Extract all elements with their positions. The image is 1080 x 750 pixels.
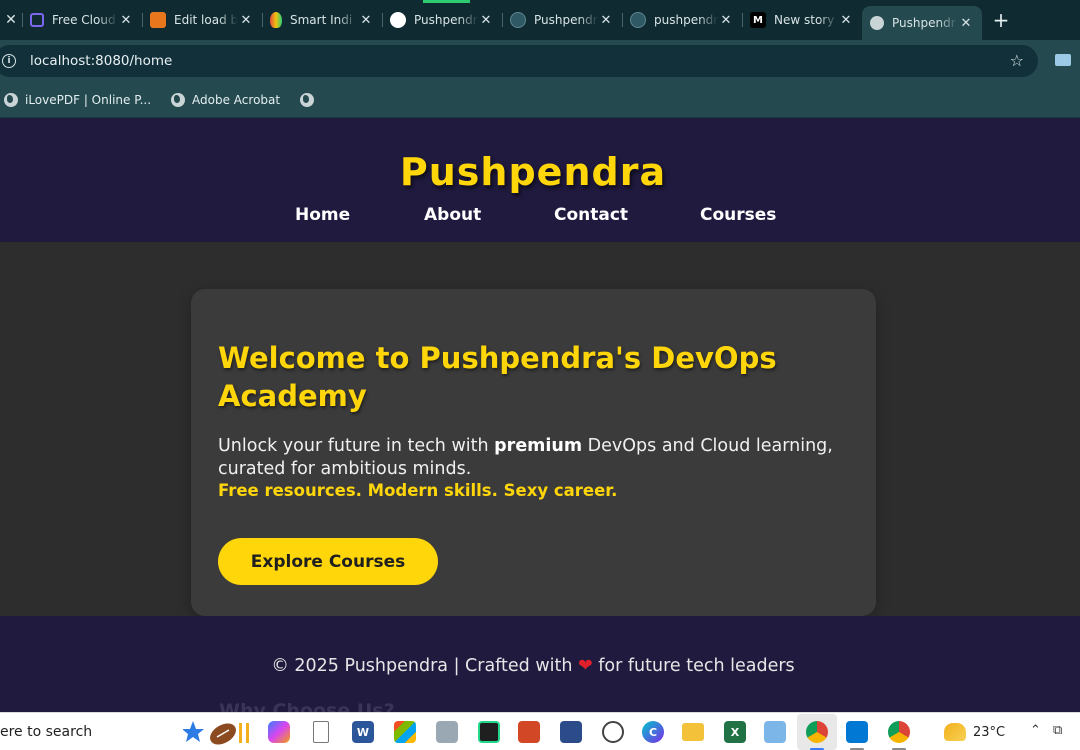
pdf-icon[interactable] (518, 721, 540, 743)
app-icon[interactable] (436, 721, 458, 743)
address-bar[interactable]: i localhost:8080/home ☆ (0, 45, 1038, 77)
tab-title: pushpendr (654, 13, 718, 27)
hero-lead-emphasis: premium (494, 436, 583, 456)
globe-icon (171, 92, 186, 107)
explore-courses-button[interactable]: Explore Courses (218, 538, 438, 585)
tab-close-icon[interactable]: ✕ (838, 13, 854, 28)
nav-link-home[interactable]: Home (295, 205, 350, 225)
browser-tab[interactable]: M New story ✕ (742, 4, 862, 36)
bookmark-item[interactable]: iLovePDF | Online P... (4, 92, 152, 107)
folder-icon[interactable] (682, 723, 704, 741)
tab-close-icon[interactable]: ✕ (358, 13, 374, 28)
nav-link-contact[interactable]: Contact (554, 205, 628, 225)
tab-close-icon[interactable]: ✕ (598, 13, 614, 28)
tab-close-icon[interactable]: ✕ (478, 13, 494, 28)
new-tab-button[interactable]: + (986, 5, 1016, 35)
tab-title: Edit load b (174, 13, 238, 27)
github-icon (390, 12, 406, 28)
balloon-icon (270, 12, 282, 28)
search-highlight-icon (183, 721, 249, 745)
chatgpt-icon[interactable] (602, 721, 624, 743)
word-icon[interactable]: W (352, 721, 374, 743)
ide-icon[interactable] (478, 721, 500, 743)
hero-card: Welcome to Pushpendra's DevOps Academy U… (191, 289, 876, 616)
weather-temp: 23°C (973, 724, 1006, 740)
vscode-icon[interactable] (846, 721, 868, 743)
weather-sun-icon (944, 723, 966, 741)
notes-icon[interactable] (764, 721, 786, 743)
tab-title: Free Cloud (52, 13, 116, 27)
windows-taskbar: ere to search W C X 23°C ⌃ ⧉ (0, 712, 1080, 750)
browser-tab[interactable]: Pushpendr ✕ (382, 4, 502, 36)
tab-strip: ✕ Free Cloud ✕ Edit load b ✕ Smart Indi … (0, 0, 1080, 40)
file-icon[interactable] (313, 721, 329, 743)
nav-link-courses[interactable]: Courses (700, 205, 776, 225)
nav-link-about[interactable]: About (424, 205, 481, 225)
tab-title: Pushpendr (892, 16, 956, 30)
heart-icon: ❤ (578, 656, 593, 676)
canva-icon[interactable]: C (642, 721, 664, 743)
medium-icon: M (750, 12, 766, 28)
excel-icon[interactable]: X (724, 721, 746, 743)
tab-close-icon[interactable]: ✕ (718, 13, 734, 28)
browser-tab[interactable]: Free Cloud ✕ (22, 4, 142, 36)
browser-tab[interactable]: Edit load b ✕ (142, 4, 262, 36)
globe-icon (4, 92, 18, 107)
site-brand[interactable]: Pushpendra (0, 150, 1066, 194)
browser-tab[interactable]: Pushpendr ✕ (502, 4, 622, 36)
tab-title: Smart Indi (290, 13, 353, 27)
hero-section: Welcome to Pushpendra's DevOps Academy U… (0, 242, 1080, 616)
footer-tail: for future tech leaders (592, 656, 795, 676)
hero-tagline: Free resources. Modern skills. Sexy care… (218, 481, 618, 500)
tab-loading-indicator (423, 0, 470, 3)
tab-title: Pushpendr (414, 13, 478, 27)
chevron-up-icon[interactable]: ⌃ (1030, 723, 1041, 738)
logo-icon (630, 12, 646, 28)
taskbar-search[interactable]: ere to search (0, 713, 180, 750)
weather-widget[interactable]: 23°C (944, 723, 1005, 741)
url-text[interactable]: localhost:8080/home (30, 53, 172, 69)
aws-icon (150, 12, 166, 28)
browser-tab[interactable]: Smart Indi ✕ (262, 4, 382, 36)
browser-tab-active[interactable]: Pushpendr ✕ (862, 6, 982, 40)
chrome-icon[interactable] (806, 721, 828, 743)
globe-icon (870, 16, 884, 30)
main-nav: Home About Contact Courses (0, 205, 1080, 229)
bookmark-label: iLovePDF | Online P... (25, 92, 152, 107)
tab-close-icon[interactable]: ✕ (238, 13, 254, 28)
chrome-icon[interactable] (888, 721, 910, 743)
tab-close-icon[interactable]: ✕ (0, 0, 22, 40)
copilot-icon[interactable] (268, 721, 290, 743)
extension-icon[interactable] (1055, 54, 1071, 66)
tab-close-icon[interactable]: ✕ (958, 16, 974, 31)
bookmark-item[interactable]: Adobe Acrobat (171, 92, 281, 107)
globe-icon (300, 92, 315, 107)
taskbar-search-placeholder: ere to search (0, 724, 93, 740)
tab-close-icon[interactable]: ✕ (118, 13, 134, 28)
logo-icon (510, 12, 526, 28)
browser-toolbar: i localhost:8080/home ☆ (0, 40, 1080, 82)
hero-lead-start: Unlock your future in tech with (218, 436, 495, 456)
browser-tab[interactable]: pushpendr ✕ (622, 4, 742, 36)
tab-title: Pushpendr (534, 13, 598, 27)
footer-text: © 2025 Pushpendra | Crafted with ❤ for f… (0, 656, 1066, 676)
store-icon[interactable] (394, 721, 416, 743)
site-info-icon[interactable]: i (2, 54, 16, 68)
bookmark-item[interactable] (300, 92, 321, 107)
tab-title: New story (774, 13, 835, 27)
bookmark-label: Adobe Acrobat (192, 92, 281, 107)
footer-copyright: © 2025 Pushpendra | Crafted with (271, 656, 579, 676)
bookmark-star-icon[interactable]: ☆ (1010, 51, 1024, 70)
cube-icon (30, 13, 44, 27)
why-choose-us-heading: Why Choose Us? (219, 700, 395, 712)
bookmarks-bar: iLovePDF | Online P... Adobe Acrobat (0, 82, 1080, 118)
site-header: Pushpendra Home About Contact Courses (0, 118, 1080, 242)
hero-title: Welcome to Pushpendra's DevOps Academy (218, 341, 777, 413)
window-icon[interactable] (560, 721, 582, 743)
meet-icon[interactable]: ⧉ (1053, 723, 1062, 738)
site-footer: © 2025 Pushpendra | Crafted with ❤ for f… (0, 616, 1080, 712)
hero-lead: Unlock your future in tech with premium … (218, 435, 858, 481)
